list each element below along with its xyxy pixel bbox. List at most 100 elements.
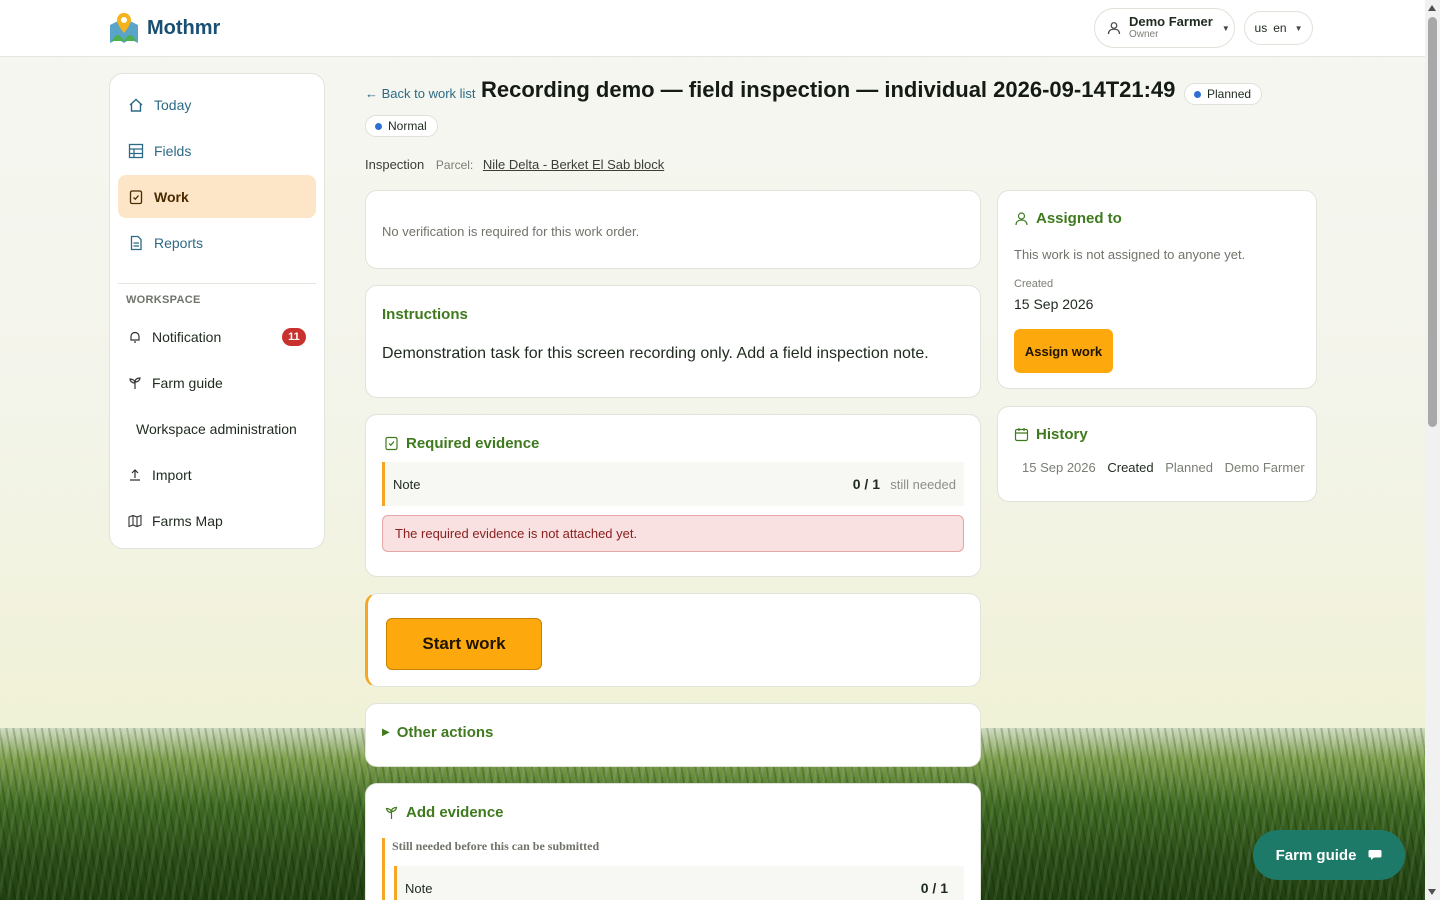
sidebar-item-label: Notification xyxy=(152,329,222,345)
farm-guide-chat-button[interactable]: Farm guide xyxy=(1253,830,1405,880)
history-event: Created xyxy=(1107,460,1154,475)
add-evidence-row-note[interactable]: Note 0 / 1 xyxy=(394,866,964,900)
other-actions-card[interactable]: ▶ Other actions xyxy=(365,703,981,767)
flag-label: us xyxy=(1254,21,1268,35)
top-bar: Mothmr Demo Farmer Owner ▼ us en ▼ xyxy=(0,0,1425,57)
clipboard-check-icon xyxy=(129,189,143,204)
assigned-text: This work is not assigned to anyone yet. xyxy=(1014,247,1246,262)
sidebar-item-label: Today xyxy=(154,96,192,113)
priority-label: Normal xyxy=(388,119,427,133)
sidebar-item-workspace-administration[interactable]: Workspace administration xyxy=(118,406,316,452)
evidence-row-note: Note 0 / 1 still needed xyxy=(382,462,964,506)
app-logo[interactable]: Mothmr xyxy=(108,11,220,45)
evidence-missing-alert: The required evidence is not attached ye… xyxy=(382,515,964,552)
assigned-title: Assigned to xyxy=(1036,210,1122,227)
user-menu-button[interactable]: Demo Farmer Owner ▼ xyxy=(1094,8,1235,48)
add-evidence-accent xyxy=(382,838,385,900)
add-evidence-card: Add evidence Still needed before this ca… xyxy=(365,783,981,900)
sidebar-item-label: Import xyxy=(152,467,192,483)
chevron-down-icon: ▼ xyxy=(1294,23,1303,33)
sidebar-item-fields[interactable]: Fields xyxy=(118,129,316,172)
sprout-icon xyxy=(129,377,141,389)
user-role: Owner xyxy=(1129,29,1159,40)
sidebar-item-label: Reports xyxy=(154,234,204,251)
clipboard-check-icon xyxy=(385,436,398,451)
instructions-card: Instructions Demonstration task for this… xyxy=(365,285,981,398)
bell-icon xyxy=(130,331,140,343)
sidebar-item-work[interactable]: Work xyxy=(118,175,316,218)
page-title: Recording demo — field inspection — indi… xyxy=(481,77,1176,102)
history-state: Planned xyxy=(1165,460,1213,475)
page-scrollbar[interactable] xyxy=(1425,0,1440,900)
sidebar-item-farms-map[interactable]: Farms Map xyxy=(118,498,316,544)
logo-icon xyxy=(110,13,138,43)
verification-card: No verification is required for this wor… xyxy=(365,190,981,269)
document-icon xyxy=(130,235,142,250)
sidebar-item-import[interactable]: Import xyxy=(118,452,316,498)
add-evidence-header: Add evidence xyxy=(384,804,504,821)
priority-badge: Normal xyxy=(365,115,438,137)
sidebar-divider xyxy=(118,283,316,284)
start-work-button[interactable]: Start work xyxy=(386,618,542,670)
sidebar-item-label: Workspace administration xyxy=(136,421,297,437)
required-evidence-card: Required evidence Note 0 / 1 still neede… xyxy=(365,414,981,577)
work-meta: Inspection Parcel: Nile Delta - Berket E… xyxy=(365,157,664,172)
upload-icon xyxy=(130,469,140,481)
parcel-label: Parcel: xyxy=(435,158,474,172)
scroll-down-arrow-icon[interactable] xyxy=(1428,889,1436,895)
required-evidence-header: Required evidence xyxy=(384,435,539,452)
add-evidence-title: Add evidence xyxy=(406,804,504,821)
back-to-work-list-link[interactable]: ← Back to work list xyxy=(365,86,476,101)
scroll-up-arrow-icon[interactable] xyxy=(1428,5,1436,11)
evidence-count: 0 / 1 xyxy=(920,880,948,896)
required-evidence-title: Required evidence xyxy=(406,435,540,452)
notification-count-badge: 11 xyxy=(282,328,306,346)
map-icon xyxy=(128,514,142,528)
assigned-header: Assigned to xyxy=(1014,210,1122,227)
assign-work-button[interactable]: Assign work xyxy=(1014,329,1113,373)
workspace-heading: WORKSPACE xyxy=(126,294,201,306)
history-header: History xyxy=(1014,426,1088,443)
sprout-icon xyxy=(385,806,398,819)
parcel-link[interactable]: Nile Delta - Berket El Sab block xyxy=(483,157,664,172)
sidebar-item-reports[interactable]: Reports xyxy=(118,221,316,264)
instructions-text: Demonstration task for this screen recor… xyxy=(382,345,929,362)
evidence-need-label: still needed xyxy=(890,476,956,492)
app-name: Mothmr xyxy=(147,16,221,39)
sidebar-item-label: Work xyxy=(154,188,189,205)
user-icon xyxy=(1015,212,1028,226)
assigned-card: Assigned to This work is not assigned to… xyxy=(997,190,1317,389)
table-icon xyxy=(128,143,144,158)
evidence-count: 0 / 1 xyxy=(852,476,880,492)
sidebar-item-notification[interactable]: Notification 11 xyxy=(118,314,316,360)
scroll-thumb[interactable] xyxy=(1428,17,1437,427)
start-work-card: Start work xyxy=(365,593,981,687)
instructions-title: Instructions xyxy=(382,306,468,323)
sidebar-item-today[interactable]: Today xyxy=(118,83,316,126)
calendar-icon xyxy=(1014,428,1029,442)
status-label: Planned xyxy=(1207,87,1252,101)
other-actions-label: Other actions xyxy=(396,724,494,741)
fab-label: Farm guide xyxy=(1275,846,1357,864)
history-entry: 15 Sep 2026 Created Planned Demo Farmer xyxy=(1022,460,1313,475)
home-icon xyxy=(129,98,143,112)
history-card: History 15 Sep 2026 Created Planned Demo… xyxy=(997,406,1317,502)
status-badge: Planned xyxy=(1184,83,1263,105)
sidebar-item-label: Farms Map xyxy=(152,513,223,529)
created-label: Created xyxy=(1014,278,1054,290)
verification-text: No verification is required for this wor… xyxy=(382,224,640,239)
other-actions-toggle[interactable]: ▶ Other actions xyxy=(382,724,493,741)
triangle-right-icon: ▶ xyxy=(382,727,390,738)
sidebar: Today Fields Work Reports WORKSPACE Noti… xyxy=(109,73,325,549)
created-date: 15 Sep 2026 xyxy=(1014,296,1094,312)
work-type: Inspection xyxy=(365,157,425,172)
user-icon xyxy=(1107,22,1121,35)
evidence-item-label: Note xyxy=(405,880,433,896)
chat-bubble-icon xyxy=(1368,850,1382,860)
language-code: en xyxy=(1273,21,1287,35)
sidebar-item-farm-guide[interactable]: Farm guide xyxy=(118,360,316,406)
chevron-down-icon: ▼ xyxy=(1221,23,1230,33)
sidebar-item-label: Farm guide xyxy=(152,375,223,391)
user-name: Demo Farmer xyxy=(1129,14,1213,29)
language-selector[interactable]: us en ▼ xyxy=(1244,11,1313,45)
